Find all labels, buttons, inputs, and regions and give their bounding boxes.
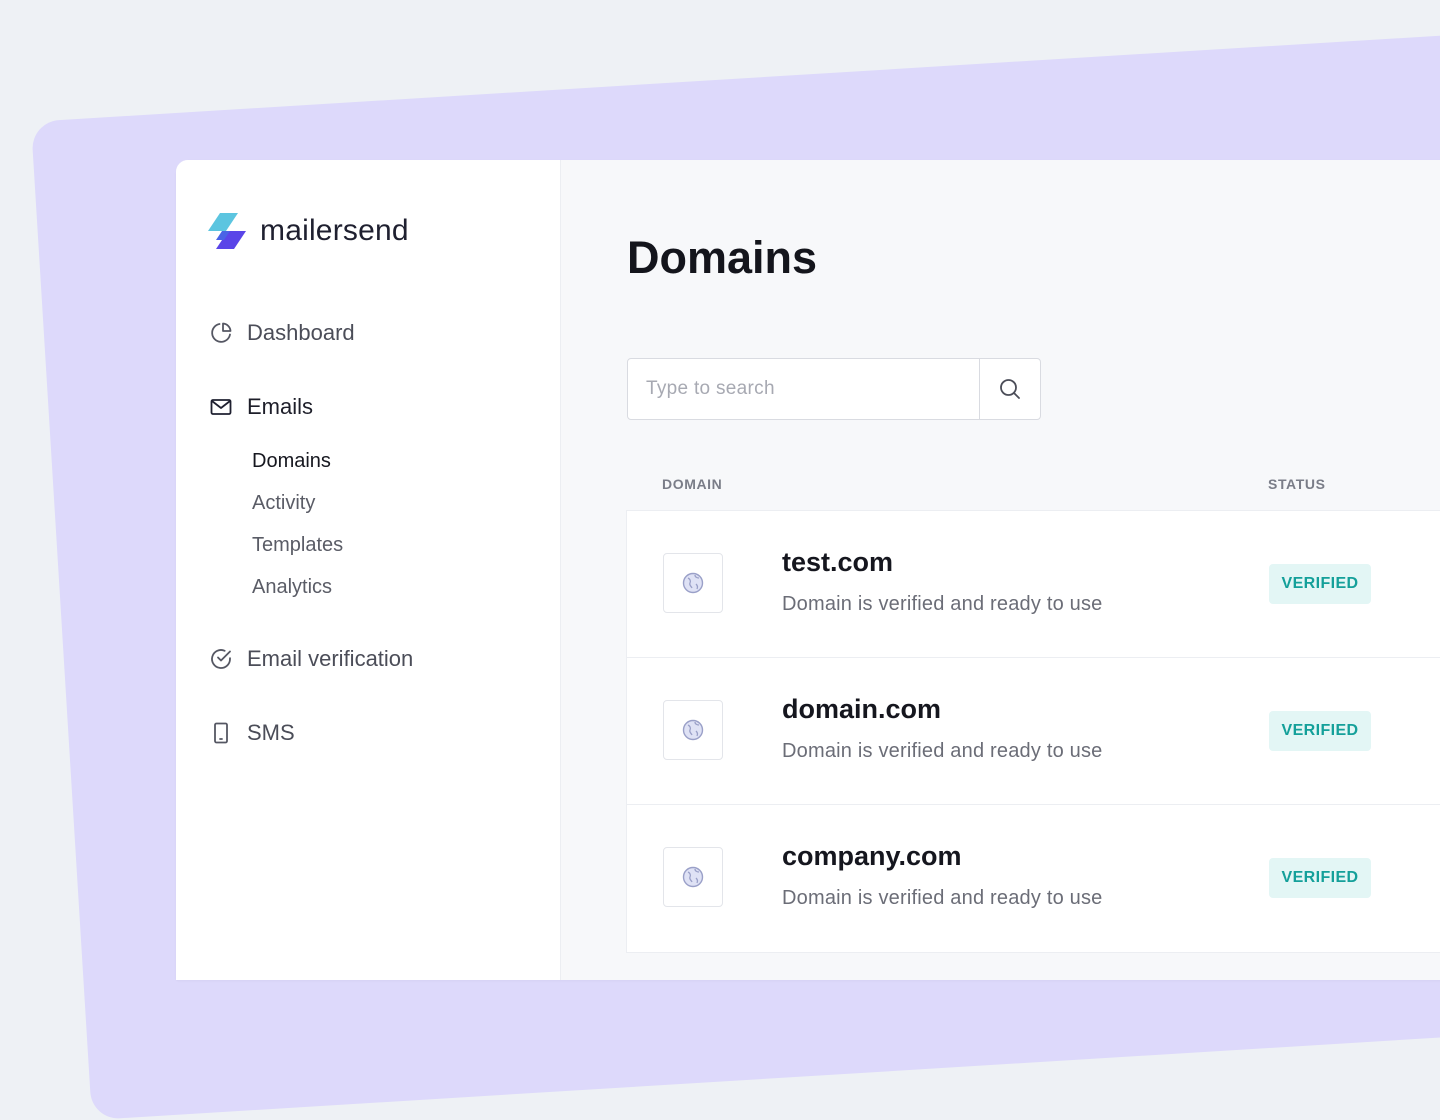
mail-icon xyxy=(208,394,234,420)
column-header-status: STATUS xyxy=(1268,476,1326,492)
globe-icon xyxy=(682,719,704,741)
domain-name[interactable]: company.com xyxy=(782,841,962,872)
pie-chart-icon xyxy=(208,320,234,346)
mailersend-logo-icon xyxy=(208,213,246,249)
brand-logo[interactable]: mailersend xyxy=(208,212,409,250)
domains-table: test.com Domain is verified and ready to… xyxy=(626,510,1440,953)
domain-description: Domain is verified and ready to use xyxy=(782,740,1103,762)
sidebar-item-label: SMS xyxy=(247,720,295,745)
check-circle-icon xyxy=(208,646,234,672)
domain-name[interactable]: test.com xyxy=(782,547,893,578)
status-badge: VERIFIED xyxy=(1269,858,1371,898)
sidebar-subitem-activity[interactable]: Activity xyxy=(252,492,315,515)
search-input[interactable] xyxy=(628,359,979,419)
status-badge: VERIFIED xyxy=(1269,564,1371,604)
brand-name: mailersend xyxy=(260,214,409,247)
app-window: mailersend Dashboard Emails Domains Acti… xyxy=(176,160,1440,980)
page-title: Domains xyxy=(627,232,818,283)
main-content: Domains DOMAIN STATUS test.com Doma xyxy=(561,160,1440,980)
table-row[interactable]: company.com Domain is verified and ready… xyxy=(627,805,1440,952)
status-badge: VERIFIED xyxy=(1269,711,1371,751)
search-icon xyxy=(1000,379,1020,399)
sidebar-item-emails[interactable]: Emails xyxy=(208,394,313,420)
domain-icon-box xyxy=(663,553,723,613)
phone-icon xyxy=(208,720,234,746)
search-button[interactable] xyxy=(979,359,1040,419)
domain-name[interactable]: domain.com xyxy=(782,694,941,725)
search-box xyxy=(627,358,1041,420)
table-row[interactable]: test.com Domain is verified and ready to… xyxy=(627,511,1440,658)
globe-icon xyxy=(682,866,704,888)
domain-description: Domain is verified and ready to use xyxy=(782,593,1103,615)
sidebar-subitem-templates[interactable]: Templates xyxy=(252,534,343,557)
table-row[interactable]: domain.com Domain is verified and ready … xyxy=(627,658,1440,805)
sidebar-item-dashboard[interactable]: Dashboard xyxy=(208,320,355,346)
domain-icon-box xyxy=(663,847,723,907)
sidebar-subitem-analytics[interactable]: Analytics xyxy=(252,576,332,599)
sidebar-item-label: Email verification xyxy=(247,646,414,671)
sidebar: mailersend Dashboard Emails Domains Acti… xyxy=(176,160,561,980)
domain-icon-box xyxy=(663,700,723,760)
sidebar-item-label: Emails xyxy=(247,394,314,419)
sidebar-subitem-domains[interactable]: Domains xyxy=(252,450,331,473)
sidebar-item-label: Dashboard xyxy=(247,320,355,345)
sidebar-item-email-verification[interactable]: Email verification xyxy=(208,646,413,672)
domain-description: Domain is verified and ready to use xyxy=(782,887,1103,909)
column-header-domain: DOMAIN xyxy=(662,476,723,492)
sidebar-item-sms[interactable]: SMS xyxy=(208,720,295,746)
globe-icon xyxy=(682,572,704,594)
